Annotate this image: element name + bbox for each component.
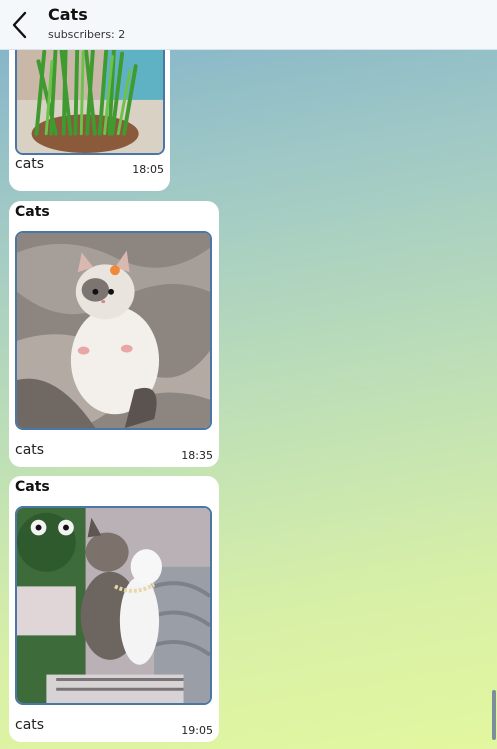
fluffy-kitten-photo[interactable]	[15, 231, 212, 430]
message-feed[interactable]: cats 18:05 Cats cats 18:35 Cats cats 19:…	[0, 50, 491, 749]
message-bubble[interactable]: Cats cats 18:35	[9, 201, 219, 467]
channel-title[interactable]: Cats	[48, 5, 88, 24]
two-kittens-photo[interactable]	[15, 506, 212, 705]
message-bubble[interactable]: cats 18:05	[9, 50, 170, 191]
sender-name[interactable]: Cats	[15, 479, 50, 495]
scrollbar-thumb[interactable]	[492, 690, 496, 740]
message-bubble[interactable]: Cats cats 19:05	[9, 476, 219, 742]
back-arrow-icon[interactable]	[6, 8, 36, 42]
message-caption: cats	[15, 156, 45, 172]
chat-header: Cats subscribers: 2	[0, 0, 497, 50]
message-time: 19:05	[181, 724, 213, 737]
feed-scrollbar[interactable]	[491, 50, 497, 749]
message-time: 18:35	[181, 449, 213, 462]
message-time: 18:05	[132, 163, 164, 176]
subscriber-count: subscribers: 2	[48, 28, 126, 41]
sender-name[interactable]: Cats	[15, 204, 50, 220]
cat-grass-photo[interactable]	[15, 50, 165, 155]
message-caption: cats	[15, 442, 45, 458]
message-caption: cats	[15, 717, 45, 733]
